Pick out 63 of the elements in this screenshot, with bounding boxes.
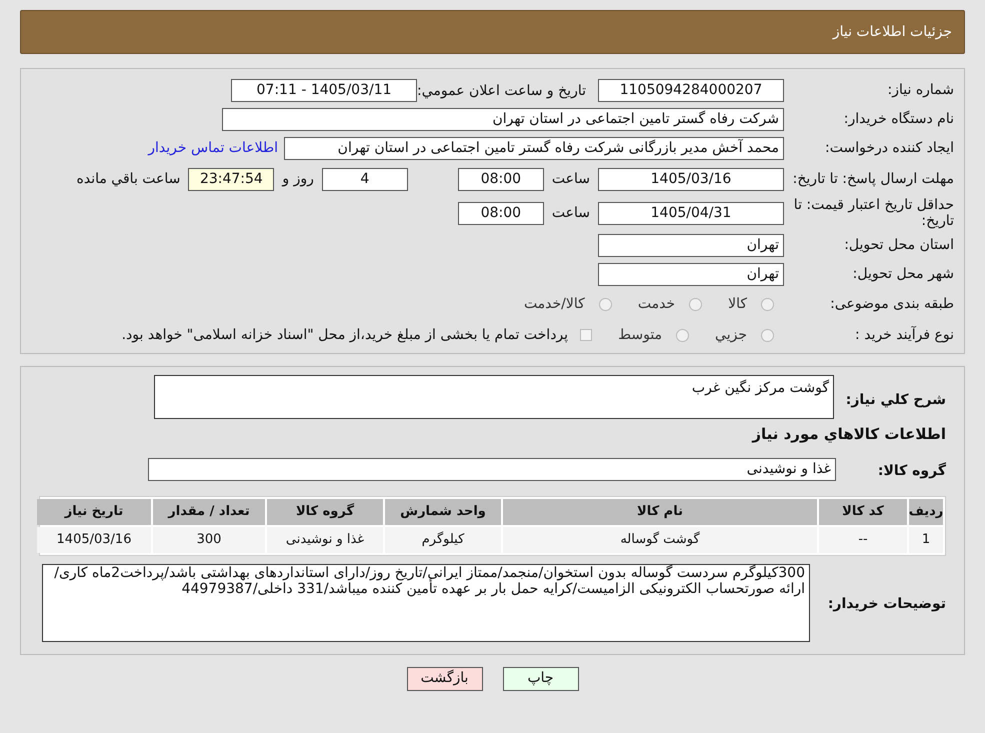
field-label: ساعت باقي مانده: [76, 170, 180, 188]
table-cell: گوشت گوساله: [503, 526, 817, 552]
column-header: ردیف: [909, 498, 943, 524]
field-label: ساعت: [552, 170, 590, 188]
radio-button[interactable]: [761, 328, 774, 342]
field-label: حداقل تاریخ اعتبار قیمت: تا تاریخ:: [792, 197, 954, 229]
radio-label: کالا/خدمت: [524, 294, 585, 314]
text-field[interactable]: 1105094284000207: [598, 78, 784, 102]
text-field[interactable]: 1405/03/16: [598, 168, 784, 190]
checkbox[interactable]: [580, 329, 592, 341]
radio-label: جزيي: [715, 326, 747, 344]
field-label: نام دستگاه خریدار:: [842, 110, 954, 128]
radio-label: متوسط: [618, 326, 662, 344]
radio-button[interactable]: [676, 328, 690, 342]
table-cell: 1: [909, 526, 943, 552]
field-label: توضیحات خریدار:: [828, 596, 946, 612]
field-label: تاریخ و ساعت اعلان عمومي:: [417, 83, 586, 99]
table-cell: 300: [153, 526, 265, 552]
field-label: استان محل تحویل:: [843, 236, 954, 254]
text-field[interactable]: 1405/03/11 - 07:11: [231, 78, 418, 102]
text-field[interactable]: 4: [322, 168, 408, 190]
radio-button[interactable]: [761, 298, 774, 310]
text-field[interactable]: غذا و نوشیدنی: [148, 458, 836, 481]
text-field[interactable]: 1405/04/31: [598, 202, 784, 224]
radio-button[interactable]: [689, 298, 702, 310]
radio-button[interactable]: [598, 298, 612, 310]
description-textarea[interactable]: گوشت مرکز نگین غرب: [154, 375, 834, 419]
field-label: شماره نیاز:: [886, 80, 954, 100]
field-label: شرح کلي نیاز:: [846, 392, 946, 408]
field-label: گروه کالا:: [878, 462, 946, 478]
table-cell: کیلوگرم: [385, 526, 501, 552]
radio-label: کالا: [728, 294, 747, 314]
page-title: جزئیات اطلاعات نیاز: [832, 22, 952, 42]
column-header: نام کالا: [503, 498, 817, 524]
radio-label: خدمت: [638, 294, 676, 314]
column-header: تعداد / مقدار: [153, 498, 265, 524]
text-field[interactable]: 08:00: [458, 168, 544, 190]
table-cell: غذا و نوشیدنی: [267, 526, 383, 552]
table-cell: 1405/03/16: [37, 526, 151, 552]
print-button[interactable]: چاپ: [502, 666, 578, 690]
field-label: ایجاد کننده درخواست:: [824, 138, 954, 158]
text-field[interactable]: 23:47:54: [188, 168, 274, 190]
text-field[interactable]: شرکت رفاه گستر تامین اجتماعی در استان تهران: [222, 108, 784, 130]
text-field[interactable]: 08:00: [458, 202, 544, 224]
column-header: کد کالا: [819, 498, 907, 524]
table-cell: --: [819, 526, 907, 552]
buyer-notes-textarea[interactable]: 300کیلوگرم سردست گوساله بدون استخوان/منجمد/ممتاز ایرانی/تاریخ روز/دارای استانداردهای بهداشتی باشد/پرداخت2ماه کاری/ارائه صورتحساب الکترونیکی الزامیست/کرایه حمل بار بر عهده تأمین کننده میباشد/331 داخلی/44979387: [42, 564, 810, 642]
column-header: واحد شمارش: [385, 498, 501, 524]
section-heading: اطلاعات کالاهاي مورد نیاز: [750, 424, 946, 445]
text-field[interactable]: تهران: [598, 234, 784, 256]
text-field[interactable]: تهران: [598, 262, 784, 286]
field-label: شهر محل تحویل:: [852, 264, 954, 284]
field-label: مهلت ارسال پاسخ: تا تاریخ:: [792, 171, 954, 187]
field-label: ساعت: [552, 204, 590, 222]
field-label: روز و: [282, 170, 314, 188]
field-label: طبقه بندی موضوعی:: [829, 294, 954, 314]
buyer-contact-link[interactable]: اطلاعات تماس خریدار: [148, 138, 278, 158]
column-header: گروه کالا: [267, 498, 383, 524]
column-header: تاریخ نیاز: [37, 498, 151, 524]
text-field[interactable]: محمد آخش مدیر بازرگانی شرکت رفاه گستر تامین اجتماعی در استان تهران: [284, 136, 784, 160]
back-button[interactable]: بازگشت: [406, 666, 482, 690]
payment-note: پرداخت تمام یا بخشی از مبلغ خرید،از محل "اسناد خزانه اسلامی" خواهد بود.: [122, 326, 568, 344]
field-label: نوع فرآیند خرید :: [854, 325, 954, 344]
